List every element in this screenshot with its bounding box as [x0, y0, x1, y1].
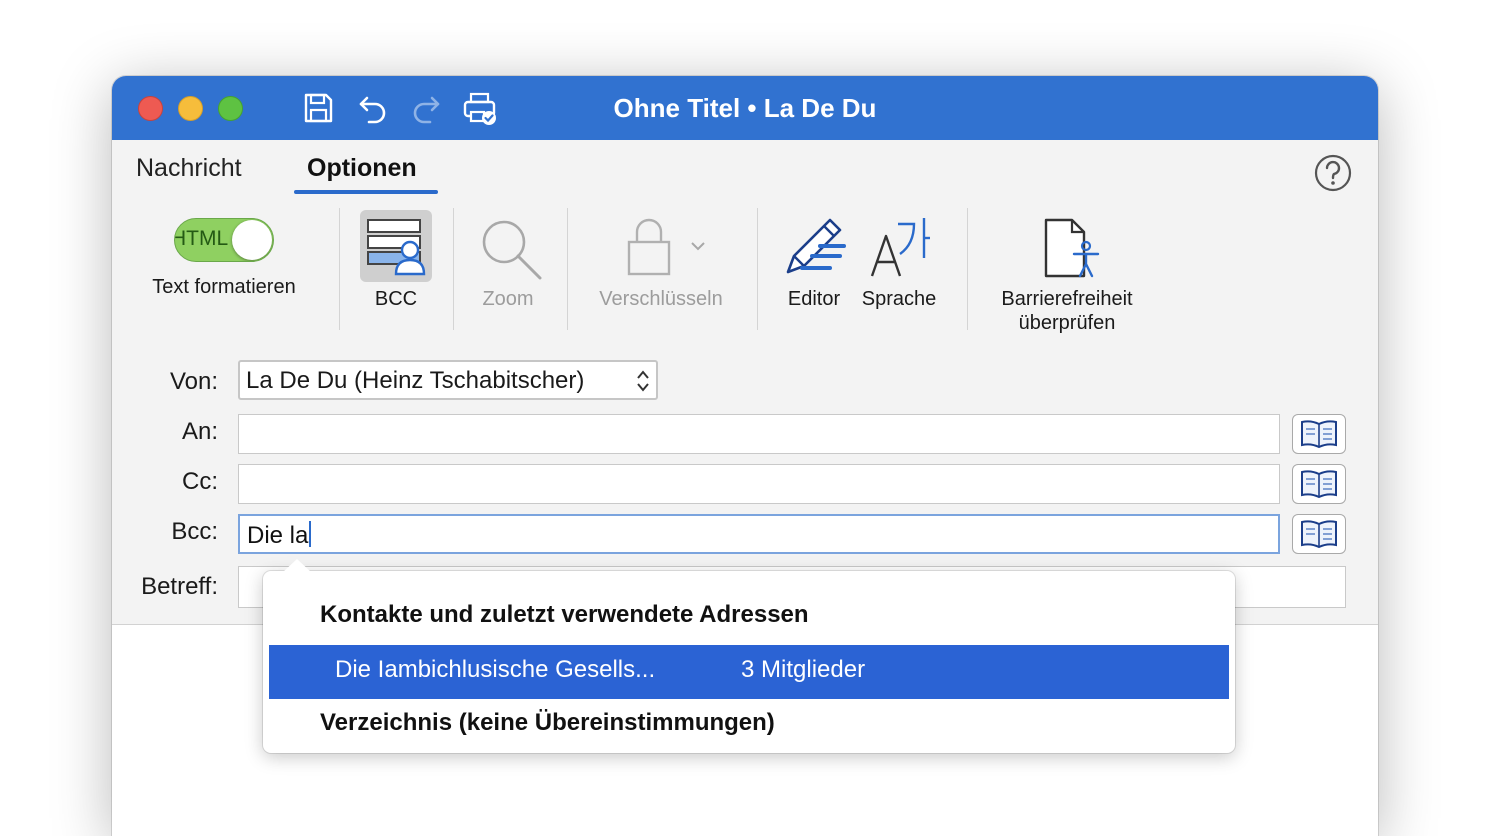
- tab-nachricht[interactable]: Nachricht: [136, 154, 242, 183]
- print-icon[interactable]: [462, 90, 498, 126]
- tab-optionen[interactable]: Optionen: [307, 154, 417, 183]
- editor-label: Editor: [787, 288, 841, 310]
- suggestion-item[interactable]: Die Iambichlusische Gesells... 3 Mitglie…: [269, 645, 1229, 699]
- bcc-icon: [367, 219, 426, 276]
- encrypt-label: Verschlüsseln: [599, 288, 723, 310]
- ribbon-divider: [339, 208, 340, 330]
- editor-pen-icon[interactable]: [780, 212, 848, 280]
- popup-pointer: [283, 559, 311, 572]
- accessibility-label-2: überprüfen: [1018, 312, 1116, 334]
- minimize-window-button[interactable]: [178, 96, 203, 121]
- zoom-window-button[interactable]: [218, 96, 243, 121]
- suggestion-name: Die Iambichlusische Gesells...: [335, 656, 656, 683]
- save-icon[interactable]: [300, 90, 336, 126]
- ribbon-divider: [453, 208, 454, 330]
- ribbon-divider: [757, 208, 758, 330]
- from-label: Von:: [169, 368, 218, 395]
- bcc-field-value: Die la: [247, 521, 312, 550]
- text-caret: [309, 521, 312, 547]
- undo-icon[interactable]: [355, 90, 391, 126]
- accessibility-check-icon[interactable]: [1042, 216, 1104, 280]
- bcc-field[interactable]: Die la: [238, 514, 1280, 554]
- to-address-book-button[interactable]: [1292, 414, 1346, 454]
- html-format-toggle[interactable]: HTML: [174, 218, 274, 262]
- zoom-icon[interactable]: [478, 216, 544, 282]
- ribbon-divider: [567, 208, 568, 330]
- language-icon[interactable]: [868, 214, 934, 280]
- bcc-label: BCC: [374, 288, 418, 310]
- lock-icon[interactable]: [624, 216, 674, 278]
- bcc-button[interactable]: [360, 210, 432, 282]
- cc-address-book-button[interactable]: [1292, 464, 1346, 504]
- suggestion-member-count: 3 Mitglieder: [741, 656, 866, 683]
- from-account-select[interactable]: La De Du (Heinz Tschabitscher): [238, 360, 658, 400]
- ribbon-divider: [967, 208, 968, 330]
- format-text-label: Text formatieren: [152, 276, 296, 298]
- close-window-button[interactable]: [138, 96, 163, 121]
- cc-label: Cc:: [182, 468, 218, 495]
- accessibility-label-1: Barrierefreiheit: [1001, 288, 1133, 310]
- subject-label: Betreff:: [141, 573, 218, 600]
- to-field[interactable]: [238, 414, 1280, 454]
- address-book-icon: [1301, 470, 1337, 499]
- active-tab-indicator: [294, 190, 438, 194]
- language-label: Sprache: [861, 288, 937, 310]
- toggle-knob: [232, 220, 272, 260]
- directory-section-heading: Verzeichnis (keine Übereinstimmungen): [320, 709, 775, 736]
- autocomplete-popup: Kontakte und zuletzt verwendete Adressen…: [263, 559, 1235, 753]
- ribbon: Nachricht Optionen HTML Text formatieren: [112, 140, 1378, 349]
- from-account-value: La De Du (Heinz Tschabitscher): [246, 367, 585, 394]
- chevron-down-icon[interactable]: [690, 240, 706, 252]
- bcc-address-book-button[interactable]: [1292, 514, 1346, 554]
- title-bar: Ohne Titel • La De Du: [112, 76, 1378, 140]
- bcc-field-label: Bcc:: [171, 518, 218, 545]
- zoom-label: Zoom: [482, 288, 534, 310]
- help-icon[interactable]: [1314, 154, 1352, 192]
- address-book-icon: [1301, 420, 1337, 449]
- contacts-section-heading: Kontakte und zuletzt verwendete Adressen: [320, 601, 809, 628]
- cc-field[interactable]: [238, 464, 1280, 504]
- address-book-icon: [1301, 520, 1337, 549]
- to-label: An:: [181, 418, 218, 445]
- up-down-arrows-icon: [637, 370, 649, 392]
- redo-icon[interactable]: [408, 90, 444, 126]
- toggle-label: HTML: [174, 227, 229, 250]
